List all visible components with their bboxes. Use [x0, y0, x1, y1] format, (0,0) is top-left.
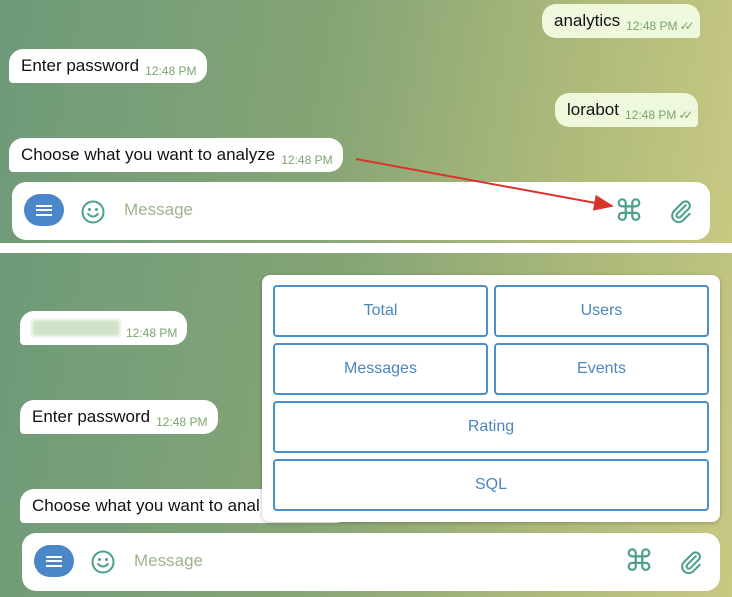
message-input-bar: Message ⌘: [22, 533, 720, 591]
keyboard-button-rating[interactable]: Rating: [273, 401, 709, 453]
bot-command-keyboard: Total Users Messages Events Rating SQL: [262, 275, 720, 522]
message-input-placeholder[interactable]: Message: [134, 551, 203, 571]
keyboard-button-events[interactable]: Events: [494, 343, 709, 395]
command-icon[interactable]: ⌘: [622, 546, 656, 578]
chat-panel-top: analytics 12:48 PM ✓✓ Enter password 12:4…: [0, 0, 732, 243]
keyboard-button-total[interactable]: Total: [273, 285, 488, 337]
emoji-icon[interactable]: [90, 549, 116, 575]
menu-button[interactable]: [34, 545, 74, 577]
redacted-text: [32, 320, 120, 336]
message-bubble-incoming[interactable]: 12:48 PM: [20, 311, 188, 345]
message-text: Enter password: [32, 407, 151, 426]
message-time: 12:48 PM: [126, 326, 178, 340]
message-text: Choose what you want to anal: [32, 496, 260, 515]
menu-icon: [46, 555, 62, 567]
message-time: 12:48 PM: [156, 415, 208, 429]
paperclip-icon[interactable]: [678, 549, 704, 575]
panel-divider: [0, 243, 732, 253]
message-bubble-incoming[interactable]: Enter password 12:48 PM: [20, 400, 218, 434]
keyboard-button-sql[interactable]: SQL: [273, 459, 709, 511]
annotation-arrow: [355, 158, 614, 211]
keyboard-button-messages[interactable]: Messages: [273, 343, 488, 395]
keyboard-button-users[interactable]: Users: [494, 285, 709, 337]
